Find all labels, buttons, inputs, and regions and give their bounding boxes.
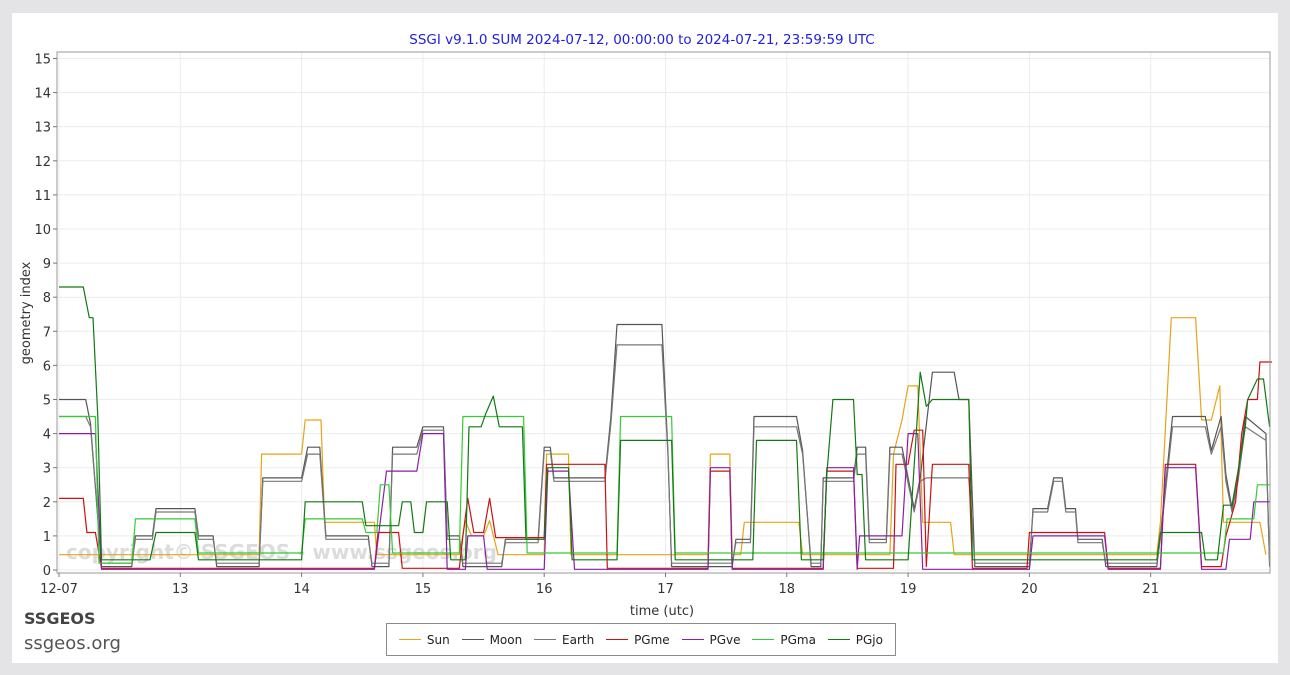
grid-lines <box>57 52 1270 573</box>
watermark-text: copyright© SSGEOS - www.ssgeos.org <box>66 540 497 564</box>
y-tick-label: 12 <box>34 155 51 170</box>
y-tick-label: 7 <box>43 325 51 340</box>
series-line-pgjo <box>59 286 1271 561</box>
y-tick-label: 13 <box>34 121 51 136</box>
x-tick-label: 17 <box>657 582 674 597</box>
y-tick-label: 1 <box>43 530 51 545</box>
y-tick-label: 6 <box>43 359 51 374</box>
y-tick-label: 0 <box>43 564 51 579</box>
legend-item-pgjo: PGjo <box>827 632 883 647</box>
x-axis: 12-07 13 14 15 16 17 18 19 20 21 <box>40 573 1159 597</box>
y-axis-label: geometry index <box>19 261 34 364</box>
legend-label: Moon <box>489 632 523 647</box>
legend-label: Earth <box>562 632 595 647</box>
x-tick-label: 21 <box>1142 582 1159 597</box>
chart-title: SSGI v9.1.0 SUM 2024-07-12, 00:00:00 to … <box>409 32 874 48</box>
legend-swatch <box>606 639 629 640</box>
y-tick-label: 9 <box>43 257 51 272</box>
y-tick-label: 11 <box>34 189 51 204</box>
x-tick-label: 14 <box>293 582 310 597</box>
legend-item-earth: Earth <box>534 633 594 647</box>
chart-legend: Sun Moon Earth PGme PGve PGma PGjo <box>386 623 896 656</box>
legend-swatch <box>534 639 557 640</box>
legend-label: Sun <box>426 632 450 647</box>
legend-item-pgme: PGme <box>606 633 670 647</box>
legend-item-pgma: PGma <box>752 633 816 647</box>
x-tick-label: 13 <box>172 582 189 597</box>
series-line-moon <box>59 323 1271 568</box>
legend-swatch <box>398 639 421 640</box>
legend-swatch <box>681 639 704 640</box>
legend-swatch <box>752 639 775 640</box>
x-axis-label: time (utc) <box>630 604 694 619</box>
x-tick-label: 15 <box>415 582 432 597</box>
y-tick-label: 3 <box>43 462 51 477</box>
legend-item-moon: Moon <box>461 632 523 647</box>
chart-svg: copyright© SSGEOS - www.ssgeos.org 01234… <box>19 32 1272 619</box>
series-line-earth <box>59 344 1271 564</box>
legend-item-sun: Sun <box>398 632 450 647</box>
legend-item-pgve: PGve <box>681 632 741 647</box>
y-tick-label: 10 <box>34 223 51 238</box>
y-tick-label: 4 <box>43 428 51 443</box>
y-tick-label: 2 <box>43 496 51 511</box>
x-tick-label: 12-07 <box>40 582 78 597</box>
y-tick-label: 14 <box>34 87 51 102</box>
plot-frame <box>56 51 1271 574</box>
brand-name: SSGEOS <box>24 609 96 628</box>
y-axis: 0123456789101112131415 <box>34 53 57 579</box>
x-tick-label: 19 <box>900 582 917 597</box>
y-tick-label: 5 <box>43 394 51 409</box>
brand-site: ssgeos.org <box>24 633 121 654</box>
watermark-layer: copyright© SSGEOS - www.ssgeos.org <box>66 540 497 564</box>
legend-label: PGma <box>780 632 816 647</box>
legend-swatch <box>461 639 484 640</box>
x-tick-label: 16 <box>536 582 553 597</box>
legend-label: PGjo <box>855 632 883 647</box>
y-tick-label: 15 <box>34 53 51 68</box>
legend-label: PGme <box>634 632 670 647</box>
x-tick-label: 20 <box>1021 582 1038 597</box>
legend-label: PGve <box>709 632 741 647</box>
x-tick-label: 18 <box>779 582 796 597</box>
legend-swatch <box>827 639 850 640</box>
y-tick-label: 8 <box>43 291 51 306</box>
